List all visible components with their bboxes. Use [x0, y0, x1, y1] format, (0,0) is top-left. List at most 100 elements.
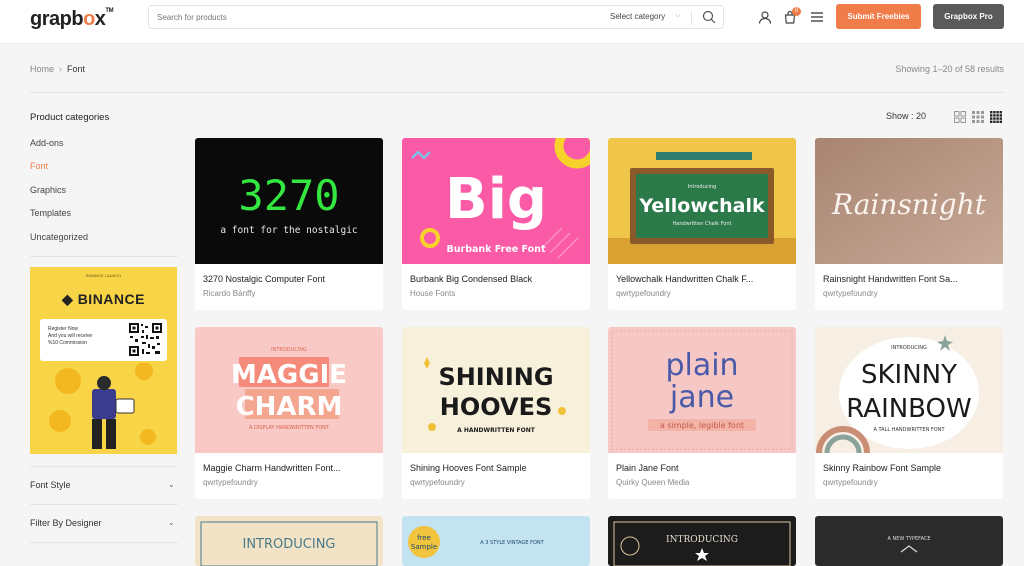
svg-text:A 3 STYLE VINTAGE FONT: A 3 STYLE VINTAGE FONT — [480, 540, 544, 546]
results-count: Showing 1–20 of 58 results — [895, 64, 1004, 74]
product-card[interactable]: INTRODUCING MAGGIE CHARM A DISPLAY HANDW… — [195, 327, 383, 499]
product-author[interactable]: qwrtypefoundry — [616, 289, 671, 298]
sidebar-item-templates[interactable]: Templates — [30, 208, 71, 218]
svg-text:Rainsnight: Rainsnight — [831, 188, 987, 221]
product-card[interactable]: Big Burbank Free Font Burbank Big Conden… — [402, 138, 590, 310]
product-name[interactable]: Shining Hooves Font Sample — [410, 463, 582, 473]
sidebar-item-font[interactable]: Font — [30, 161, 48, 171]
svg-text:RAINBOW: RAINBOW — [846, 394, 971, 424]
qr-code-icon — [128, 322, 163, 357]
svg-text:HOOVES: HOOVES — [440, 393, 553, 421]
product-author[interactable]: Ricardo Bánffy — [203, 289, 255, 298]
site-logo[interactable]: grapboxTM — [30, 8, 114, 31]
sidebar-item-graphics[interactable]: Graphics — [30, 185, 66, 195]
search-icon[interactable] — [702, 10, 716, 24]
svg-text:INTRODUCING: INTRODUCING — [271, 347, 307, 353]
product-image[interactable]: A NEW TYPEFACE — [815, 516, 1003, 566]
svg-text:Handwritten Chalk Font: Handwritten Chalk Font — [673, 221, 732, 227]
ad-text: Register Now And you will receive %10 Co… — [48, 326, 93, 346]
divider — [30, 256, 178, 257]
grid-4-icon[interactable] — [990, 111, 1002, 123]
sidebar-item-add-ons[interactable]: Add-ons — [30, 138, 64, 148]
user-icon[interactable] — [758, 10, 772, 24]
grid-3-icon[interactable] — [972, 111, 984, 123]
product-image[interactable]: INTRODUCING MAGGIE CHARM A DISPLAY HANDW… — [195, 327, 383, 453]
divider — [30, 542, 178, 543]
cart-count-badge: 0 — [792, 7, 801, 16]
menu-icon[interactable] — [810, 10, 824, 24]
product-card[interactable]: Introducing Yellowchalk Handwritten Chal… — [608, 138, 796, 310]
product-author[interactable]: qwrtypefoundry — [410, 478, 465, 487]
svg-text:SKINNY: SKINNY — [861, 360, 957, 390]
svg-text:Introducing: Introducing — [688, 184, 716, 190]
svg-text:plain: plain — [665, 348, 738, 383]
product-author[interactable]: Quirky Queen Media — [616, 478, 689, 487]
svg-text:a simple, legible font: a simple, legible font — [660, 421, 744, 430]
product-image[interactable]: plain jane a simple, legible font — [608, 327, 796, 453]
product-image[interactable]: Big Burbank Free Font — [402, 138, 590, 264]
svg-text:Big: Big — [445, 167, 547, 232]
product-author[interactable]: House Fonts — [410, 289, 455, 298]
binance-ad-banner[interactable]: BINANCE LAUNCH ◆ BINANCE Register Now An… — [30, 267, 177, 454]
product-author[interactable]: qwrtypefoundry — [823, 289, 878, 298]
svg-text:Burbank Free Font: Burbank Free Font — [447, 244, 546, 255]
svg-text:CHARM: CHARM — [236, 392, 343, 422]
product-image[interactable]: free Sample A 3 STYLE VINTAGE FONT — [402, 516, 590, 566]
submit-freebies-button[interactable]: Submit Freebies — [836, 4, 921, 29]
svg-text:a font for the nostalgic: a font for the nostalgic — [220, 225, 357, 236]
product-name[interactable]: Rainsnight Handwritten Font Sa... — [823, 274, 995, 284]
breadcrumb-current: Font — [67, 64, 86, 74]
binance-logo-icon: ◆ — [62, 291, 78, 307]
product-name[interactable]: Yellowchalk Handwritten Chalk F... — [616, 274, 788, 284]
product-card[interactable]: plain jane a simple, legible font Plain … — [608, 327, 796, 499]
product-name[interactable]: Burbank Big Condensed Black — [410, 274, 582, 284]
divider — [691, 11, 692, 25]
svg-text:INTRODUCING: INTRODUCING — [891, 345, 927, 351]
breadcrumb-home[interactable]: Home — [30, 64, 54, 74]
sidebar-item-uncategorized[interactable]: Uncategorized — [30, 232, 88, 242]
chevron-down-icon[interactable]: ⌄ — [168, 480, 175, 489]
chevron-down-icon: ⌵ — [675, 12, 681, 19]
chevron-down-icon[interactable]: ⌄ — [168, 518, 175, 527]
show-per-page[interactable]: Show : 20 — [886, 111, 926, 121]
product-card[interactable]: A NEW TYPEFACE — [815, 516, 1003, 566]
ad-small-text: BINANCE LAUNCH — [85, 273, 122, 278]
product-card[interactable]: 3270 a font for the nostalgic 3270 Nosta… — [195, 138, 383, 310]
divider — [30, 92, 1004, 93]
site-header: grapboxTM Select category ⌵ 0 Submit Fre… — [0, 0, 1024, 44]
svg-text:jane: jane — [669, 380, 734, 415]
product-author[interactable]: qwrtypefoundry — [823, 478, 878, 487]
filter-font-style[interactable]: Font Style — [30, 480, 71, 490]
product-image[interactable]: INTRODUCING SKINNY RAINBOW A TALL HANDWR… — [815, 327, 1003, 453]
filter-by-designer[interactable]: Filter By Designer — [30, 518, 102, 528]
product-name[interactable]: 3270 Nostalgic Computer Font — [203, 274, 375, 284]
product-image[interactable]: 3270 a font for the nostalgic — [195, 138, 383, 264]
product-image[interactable]: Introducing Yellowchalk Handwritten Chal… — [608, 138, 796, 264]
product-name[interactable]: Skinny Rainbow Font Sample — [823, 463, 995, 473]
svg-text:INTRODUCING: INTRODUCING — [666, 535, 738, 545]
product-card[interactable]: INTRODUCING — [195, 516, 383, 566]
product-image[interactable]: Rainsnight — [815, 138, 1003, 264]
divider — [30, 504, 178, 505]
ad-illustration — [49, 363, 156, 449]
product-name[interactable]: Maggie Charm Handwritten Font... — [203, 463, 375, 473]
search-input[interactable] — [157, 9, 587, 26]
product-card[interactable]: Rainsnight Rainsnight Handwritten Font S… — [815, 138, 1003, 310]
product-card[interactable]: free Sample A 3 STYLE VINTAGE FONT — [402, 516, 590, 566]
category-select[interactable]: Select category — [610, 12, 665, 21]
svg-text:MAGGIE: MAGGIE — [231, 360, 347, 390]
product-name[interactable]: Plain Jane Font — [616, 463, 788, 473]
product-card[interactable]: INTRODUCING — [608, 516, 796, 566]
product-image[interactable]: INTRODUCING — [195, 516, 383, 566]
divider — [30, 466, 178, 467]
product-image[interactable]: INTRODUCING — [608, 516, 796, 566]
product-card[interactable]: INTRODUCING SKINNY RAINBOW A TALL HANDWR… — [815, 327, 1003, 499]
svg-text:Yellowchalk: Yellowchalk — [638, 195, 765, 217]
grapbox-pro-button[interactable]: Grapbox Pro — [933, 4, 1004, 29]
product-author[interactable]: qwrtypefoundry — [203, 478, 258, 487]
chevron-right-icon: › — [59, 64, 63, 74]
search-bar: Select category ⌵ — [148, 5, 724, 29]
product-card[interactable]: SHINING HOOVES A HANDWRITTEN FONT Shinin… — [402, 327, 590, 499]
grid-2-icon[interactable] — [954, 111, 966, 123]
product-image[interactable]: SHINING HOOVES A HANDWRITTEN FONT — [402, 327, 590, 453]
